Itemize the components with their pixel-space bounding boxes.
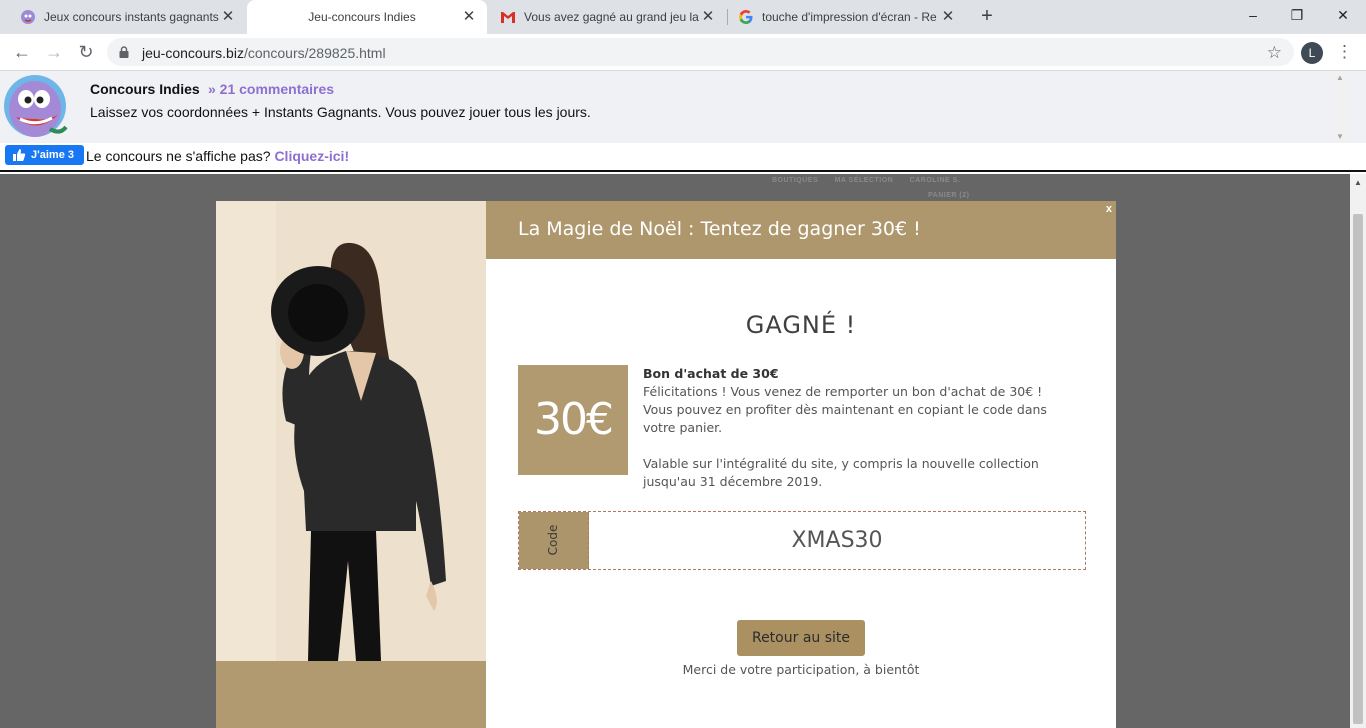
address-bar[interactable]: jeu-concours.biz/concours/289825.html ☆ bbox=[107, 38, 1294, 66]
voucher-validity: Valable sur l'intégralité du site, y com… bbox=[643, 456, 1039, 489]
tab-jeu-concours-indies[interactable]: Jeu-concours Indies ✕ bbox=[247, 0, 487, 34]
close-tab-icon[interactable]: ✕ bbox=[700, 9, 716, 25]
background-nav-item: BOUTIQUES bbox=[772, 177, 819, 184]
contest-frame: BOUTIQUES MA SÉLECTION CAROLINE S. PANIE… bbox=[0, 174, 1350, 728]
scrollbar-thumb[interactable] bbox=[1353, 214, 1363, 724]
tab-title: Jeux concours instants gagnants bbox=[44, 10, 219, 24]
notice-message: Le concours ne s'affiche pas? bbox=[86, 148, 275, 164]
url-host: jeu-concours.biz bbox=[142, 45, 244, 61]
promo-code-value[interactable]: XMAS30 bbox=[589, 512, 1085, 569]
tab-title: Jeu-concours Indies bbox=[308, 10, 416, 24]
close-window-button[interactable]: ✕ bbox=[1320, 0, 1366, 30]
click-here-link[interactable]: Cliquez-ici! bbox=[274, 148, 349, 164]
background-cart: PANIER (2) bbox=[928, 192, 970, 199]
background-site-nav: BOUTIQUES MA SÉLECTION CAROLINE S. bbox=[772, 177, 974, 184]
contest-description: Laissez vos coordonnées + Instants Gagna… bbox=[90, 104, 591, 120]
bookmark-star-icon[interactable]: ☆ bbox=[1267, 43, 1282, 63]
notice-bar: J'aime 3 Le concours ne s'affiche pas? C… bbox=[0, 143, 1366, 172]
site-header: Concours Indies » 21 commentaires Laisse… bbox=[0, 71, 1366, 143]
thumbs-up-icon bbox=[12, 148, 26, 169]
thanks-message: Merci de votre participation, à bientôt bbox=[682, 662, 920, 677]
page-scrollbar[interactable]: ▲ bbox=[1350, 174, 1366, 728]
url-text: jeu-concours.biz/concours/289825.html bbox=[142, 45, 386, 61]
comments-link[interactable]: » 21 commentaires bbox=[208, 81, 334, 97]
restore-button[interactable]: ❐ bbox=[1274, 0, 1320, 30]
tab-jeux-concours[interactable]: Jeux concours instants gagnants ✕ bbox=[0, 0, 246, 34]
forward-arrow-icon[interactable]: → bbox=[40, 38, 68, 66]
close-modal-button[interactable]: x bbox=[1106, 203, 1112, 215]
scroll-down-icon[interactable]: ▼ bbox=[1336, 132, 1344, 141]
scroll-up-icon[interactable]: ▲ bbox=[1336, 73, 1344, 82]
browser-toolbar: ← → ↻ jeu-concours.biz/concours/289825.h… bbox=[0, 34, 1366, 71]
background-nav-item: CAROLINE S. bbox=[909, 177, 961, 184]
back-to-site-button[interactable]: Retour au site bbox=[737, 620, 865, 656]
reload-icon[interactable]: ↻ bbox=[72, 38, 100, 66]
background-nav-item: MA SÉLECTION bbox=[834, 177, 894, 184]
result-heading: GAGNÉ ! bbox=[745, 311, 857, 339]
minimize-button[interactable]: – bbox=[1230, 0, 1276, 30]
voucher-description: Bon d'achat de 30€ Félicitations ! Vous … bbox=[643, 365, 1073, 491]
tab-title: Vous avez gagné au grand jeu la bbox=[524, 10, 699, 24]
voucher-title: Bon d'achat de 30€ bbox=[643, 366, 779, 381]
code-label: Code bbox=[546, 524, 560, 556]
voucher-congrats: Félicitations ! Vous venez de remporter … bbox=[643, 384, 1047, 435]
profile-avatar[interactable]: L bbox=[1301, 42, 1323, 64]
tab-gmail[interactable]: Vous avez gagné au grand jeu la ✕ bbox=[488, 0, 726, 34]
like-label: J'aime 3 bbox=[31, 149, 74, 161]
contest-name: Concours Indies bbox=[90, 81, 200, 97]
modal-image-panel bbox=[216, 201, 486, 728]
lock-icon bbox=[119, 46, 129, 61]
tab-title: touche d'impression d'écran - Re bbox=[762, 10, 937, 24]
browser-menu-icon[interactable]: ⋮ bbox=[1336, 40, 1353, 64]
header-scrollbar[interactable]: ▲ ▼ bbox=[1332, 71, 1348, 143]
new-tab-button[interactable]: + bbox=[976, 5, 998, 27]
scroll-up-icon[interactable]: ▲ bbox=[1354, 178, 1362, 187]
model-photo bbox=[216, 201, 486, 661]
url-path: /concours/289825.html bbox=[243, 45, 386, 61]
close-tab-icon[interactable]: ✕ bbox=[461, 9, 477, 25]
tab-strip: Jeux concours instants gagnants ✕ Jeu-co… bbox=[0, 0, 1366, 34]
code-label-box: Code bbox=[519, 512, 589, 569]
gmail-icon bbox=[500, 9, 516, 25]
tab-google[interactable]: touche d'impression d'écran - Re ✕ bbox=[728, 0, 966, 34]
facebook-like-button[interactable]: J'aime 3 bbox=[5, 145, 84, 165]
notice-text: Le concours ne s'affiche pas? Cliquez-ic… bbox=[86, 148, 349, 164]
google-icon bbox=[738, 9, 754, 25]
modal-title: La Magie de Noël : Tentez de gagner 30€ … bbox=[518, 218, 921, 240]
promo-code-box[interactable]: Code XMAS30 bbox=[518, 511, 1086, 570]
genie-icon bbox=[20, 9, 36, 25]
close-tab-icon[interactable]: ✕ bbox=[220, 9, 236, 25]
modal-header: La Magie de Noël : Tentez de gagner 30€ … bbox=[486, 201, 1116, 259]
voucher-amount: 30€ bbox=[518, 365, 628, 475]
close-tab-icon[interactable]: ✕ bbox=[940, 9, 956, 25]
genie-logo bbox=[2, 73, 70, 139]
win-modal: La Magie de Noël : Tentez de gagner 30€ … bbox=[216, 201, 1116, 728]
back-arrow-icon[interactable]: ← bbox=[8, 38, 36, 66]
